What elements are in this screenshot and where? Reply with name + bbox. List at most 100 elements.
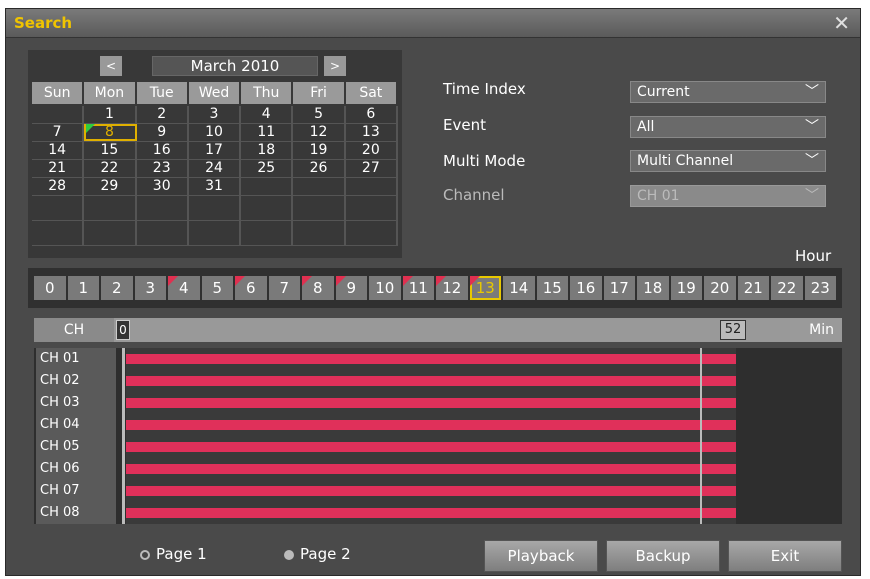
hour-21[interactable]: 21 — [737, 276, 769, 300]
hour-20[interactable]: 20 — [704, 276, 736, 300]
channel-name[interactable]: CH 03 — [36, 392, 116, 414]
hour-16[interactable]: 16 — [570, 276, 602, 300]
channel-name[interactable]: CH 06 — [36, 458, 116, 480]
hour-1[interactable]: 1 — [67, 276, 99, 300]
day-15[interactable]: 15 — [84, 142, 137, 159]
day-4[interactable]: 4 — [241, 106, 294, 123]
recording-bar[interactable] — [126, 354, 736, 364]
hour-11[interactable]: 11 — [402, 276, 434, 300]
backup-button[interactable]: Backup — [606, 540, 720, 572]
day-23[interactable]: 23 — [137, 160, 189, 177]
calendar-week: 7 8 9 10 11 12 13 — [32, 124, 398, 142]
timeline-start-line — [122, 348, 125, 524]
hour-10[interactable]: 10 — [369, 276, 401, 300]
recording-bar[interactable] — [126, 420, 736, 430]
day-12[interactable]: 12 — [293, 124, 346, 141]
hour-bar: 0 1 2 3 4 5 6 7 8 9 10 11 12 13 14 15 16 17 18 19 20 21 22 23 — [28, 268, 842, 308]
channel-name[interactable]: CH 05 — [36, 436, 116, 458]
day-3[interactable]: 3 — [189, 106, 242, 123]
recording-bar[interactable] — [126, 442, 736, 452]
playback-button[interactable]: Playback — [484, 540, 598, 572]
hour-14[interactable]: 14 — [503, 276, 535, 300]
day-31[interactable]: 31 — [189, 178, 242, 195]
hour-8[interactable]: 8 — [302, 276, 334, 300]
hour-5[interactable]: 5 — [201, 276, 233, 300]
minute-slider[interactable] — [114, 318, 790, 342]
hour-label: Hour — [795, 247, 832, 265]
channel-name[interactable]: CH 01 — [36, 348, 116, 370]
start-marker[interactable]: 0 — [116, 320, 130, 340]
channel-row: CH 06 — [34, 458, 842, 480]
day-18[interactable]: 18 — [241, 142, 294, 159]
prev-month-button[interactable]: < — [100, 56, 122, 76]
day-empty — [189, 221, 242, 245]
next-month-button[interactable]: > — [324, 56, 346, 76]
hour-13[interactable]: 13 — [469, 276, 501, 300]
hour-3[interactable]: 3 — [134, 276, 166, 300]
recording-bar[interactable] — [126, 398, 736, 408]
exit-button[interactable]: Exit — [728, 540, 842, 572]
day-6[interactable]: 6 — [346, 106, 398, 123]
day-30[interactable]: 30 — [137, 178, 189, 195]
day-28[interactable]: 28 — [32, 178, 85, 195]
day-25[interactable]: 25 — [241, 160, 294, 177]
day-27[interactable]: 27 — [346, 160, 398, 177]
day-29[interactable]: 29 — [84, 178, 137, 195]
day-7[interactable]: 7 — [32, 124, 85, 141]
hour-23[interactable]: 23 — [804, 276, 836, 300]
day-24[interactable]: 24 — [189, 160, 242, 177]
day-empty — [241, 221, 294, 245]
recording-bar[interactable] — [126, 486, 736, 496]
close-icon[interactable]: ✕ — [833, 11, 850, 35]
day-22[interactable]: 22 — [84, 160, 137, 177]
day-8[interactable]: 8 — [84, 124, 137, 141]
channel-name[interactable]: CH 02 — [36, 370, 116, 392]
day-26[interactable]: 26 — [293, 160, 346, 177]
day-empty — [32, 196, 85, 220]
day-19[interactable]: 19 — [293, 142, 346, 159]
hour-17[interactable]: 17 — [603, 276, 635, 300]
hour-2[interactable]: 2 — [101, 276, 133, 300]
day-10[interactable]: 10 — [189, 124, 242, 141]
day-17[interactable]: 17 — [189, 142, 242, 159]
hour-4[interactable]: 4 — [168, 276, 200, 300]
day-20[interactable]: 20 — [346, 142, 398, 159]
day-2[interactable]: 2 — [137, 106, 189, 123]
hour-9[interactable]: 9 — [335, 276, 367, 300]
multi-mode-select[interactable]: Multi Channel ﹀ — [630, 150, 826, 172]
end-marker[interactable]: 52 — [720, 320, 746, 340]
day-16[interactable]: 16 — [137, 142, 189, 159]
day-14[interactable]: 14 — [32, 142, 85, 159]
time-index-select[interactable]: Current ﹀ — [630, 81, 826, 103]
recording-bar[interactable] — [126, 508, 736, 518]
recording-bar[interactable] — [126, 464, 736, 474]
day-13[interactable]: 13 — [346, 124, 398, 141]
channel-name[interactable]: CH 08 — [36, 502, 116, 524]
hour-18[interactable]: 18 — [637, 276, 669, 300]
recording-bar[interactable] — [126, 376, 736, 386]
page1-radio[interactable]: Page 1 — [140, 545, 207, 563]
hour-22[interactable]: 22 — [771, 276, 803, 300]
page2-radio[interactable]: Page 2 — [284, 545, 351, 563]
timeline-cursor[interactable] — [700, 348, 702, 524]
day-11[interactable]: 11 — [241, 124, 294, 141]
channel-track — [126, 458, 736, 480]
hour-0[interactable]: 0 — [34, 276, 66, 300]
weekday-tue: Tue — [136, 82, 189, 104]
hour-12[interactable]: 12 — [436, 276, 468, 300]
weekday-mon: Mon — [84, 82, 137, 104]
channel-name[interactable]: CH 07 — [36, 480, 116, 502]
hour-6[interactable]: 6 — [235, 276, 267, 300]
hour-15[interactable]: 15 — [536, 276, 568, 300]
channel-track — [126, 480, 736, 502]
day-1[interactable]: 1 — [84, 106, 137, 123]
weekday-sat: Sat — [345, 82, 398, 104]
day-9[interactable]: 9 — [137, 124, 189, 141]
hour-19[interactable]: 19 — [670, 276, 702, 300]
hour-7[interactable]: 7 — [268, 276, 300, 300]
day-empty — [84, 221, 137, 245]
day-21[interactable]: 21 — [32, 160, 85, 177]
event-select[interactable]: All ﹀ — [630, 116, 826, 138]
channel-name[interactable]: CH 04 — [36, 414, 116, 436]
day-5[interactable]: 5 — [293, 106, 346, 123]
